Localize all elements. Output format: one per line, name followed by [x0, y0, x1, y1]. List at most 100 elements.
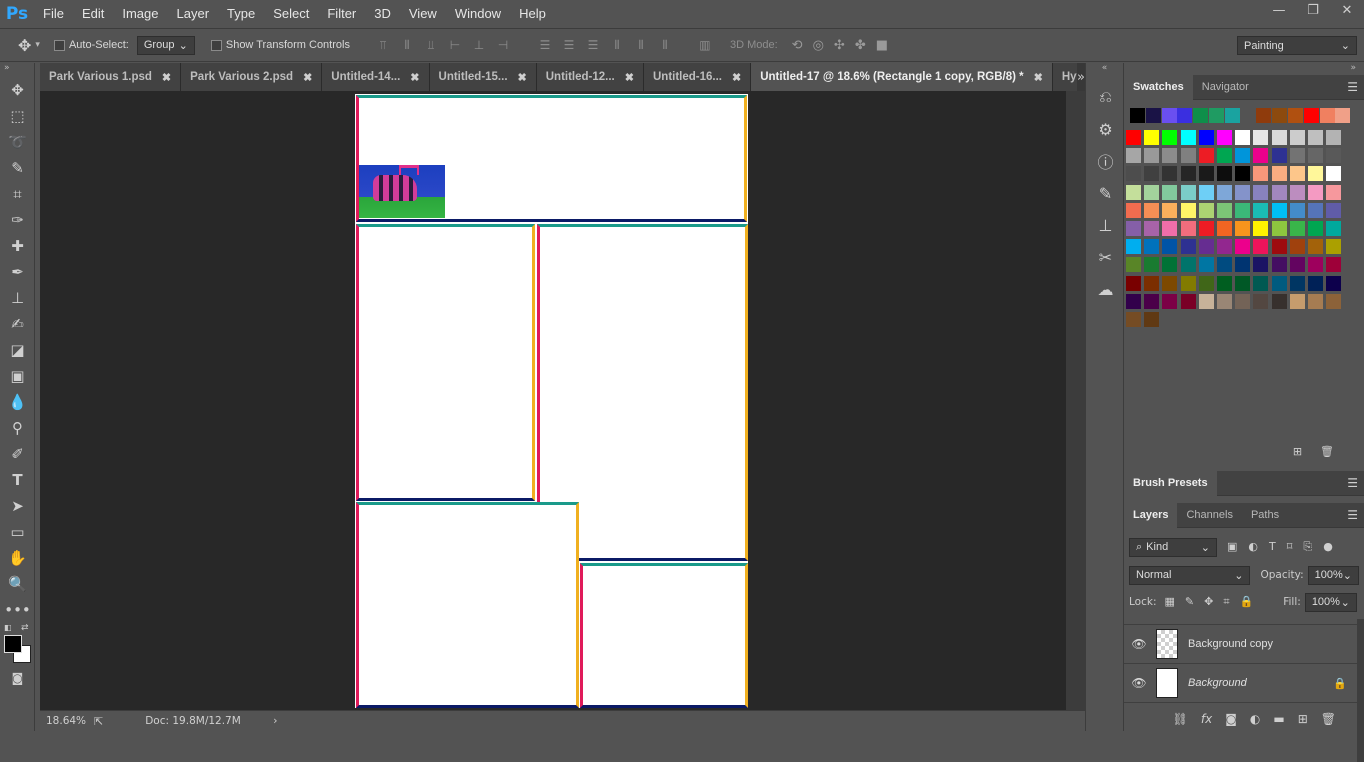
- tool-presets-icon[interactable]: ✂: [1086, 241, 1125, 273]
- color-swatch[interactable]: [1271, 239, 1287, 255]
- color-swatch[interactable]: [1326, 257, 1342, 273]
- lock-transparent-icon[interactable]: ▦: [1164, 595, 1174, 609]
- properties-icon[interactable]: ⚙: [1086, 113, 1125, 145]
- color-swatch[interactable]: [1289, 184, 1305, 200]
- info-icon[interactable]: ⓘ: [1086, 145, 1125, 177]
- color-swatch[interactable]: [1289, 275, 1305, 291]
- color-swatch[interactable]: [1126, 130, 1141, 145]
- color-swatch[interactable]: [1253, 184, 1269, 200]
- color-swatch[interactable]: [1144, 293, 1160, 309]
- color-swatch[interactable]: [1126, 257, 1141, 273]
- color-swatch[interactable]: [1162, 221, 1178, 236]
- color-swatch[interactable]: [1198, 257, 1214, 273]
- color-swatch[interactable]: [1289, 257, 1305, 273]
- color-swatch[interactable]: [1271, 221, 1287, 236]
- color-swatch[interactable]: [1198, 239, 1214, 255]
- color-swatch[interactable]: [1326, 202, 1342, 218]
- document-canvas[interactable]: [355, 94, 748, 708]
- pen-tool-icon[interactable]: ✐: [0, 441, 35, 467]
- color-swatch[interactable]: [1271, 257, 1287, 273]
- color-swatch[interactable]: [1308, 221, 1323, 236]
- color-swatch[interactable]: [1308, 239, 1323, 255]
- color-swatch[interactable]: [1308, 293, 1323, 309]
- color-swatch[interactable]: [1308, 184, 1323, 200]
- move-tool-preset-icon[interactable]: ✥: [18, 36, 31, 55]
- tab-document[interactable]: Park Various 2.psd ✖: [181, 63, 323, 91]
- color-swatch[interactable]: [1162, 148, 1178, 164]
- menu-layer[interactable]: Layer: [168, 0, 219, 28]
- tab-swatches[interactable]: Swatches: [1124, 74, 1193, 100]
- align-right-icon[interactable]: ⊣: [496, 38, 510, 52]
- color-swatch[interactable]: [1217, 130, 1232, 145]
- crop-tool-icon[interactable]: ⌗: [0, 181, 35, 207]
- color-swatch[interactable]: [1180, 184, 1196, 200]
- close-icon[interactable]: ✖: [162, 71, 171, 84]
- color-swatch[interactable]: [1161, 108, 1177, 123]
- menu-edit[interactable]: Edit: [73, 0, 113, 28]
- color-swatch[interactable]: [1326, 221, 1342, 236]
- 3d-camera-icon[interactable]: ■: [876, 38, 888, 53]
- color-swatch[interactable]: [1162, 166, 1178, 182]
- quick-mask-icon[interactable]: ◙: [0, 665, 35, 691]
- fx-icon[interactable]: fx: [1201, 712, 1212, 726]
- color-swatch[interactable]: [1126, 293, 1141, 309]
- color-swatch[interactable]: [1271, 148, 1287, 164]
- color-swatch[interactable]: [1130, 108, 1145, 123]
- color-swatch[interactable]: [1162, 202, 1178, 218]
- eyedropper-tool-icon[interactable]: ✑: [0, 207, 35, 233]
- gradient-tool-icon[interactable]: ▣: [0, 363, 35, 389]
- color-swatch[interactable]: [1326, 148, 1342, 164]
- color-swatch[interactable]: [1253, 257, 1269, 273]
- distribute-top-icon[interactable]: ☰: [538, 38, 552, 52]
- 3d-orbit-icon[interactable]: ⟲: [792, 38, 803, 53]
- color-swatch[interactable]: [1217, 148, 1232, 164]
- color-swatch[interactable]: [1180, 221, 1196, 236]
- color-swatch[interactable]: [1326, 184, 1342, 200]
- color-swatch[interactable]: [1235, 166, 1251, 182]
- close-icon[interactable]: ✖: [410, 71, 419, 84]
- color-swatch[interactable]: [1144, 221, 1160, 236]
- close-icon[interactable]: ✖: [1034, 71, 1043, 84]
- color-swatch[interactable]: [1177, 108, 1193, 123]
- color-swatch[interactable]: [1253, 166, 1269, 182]
- lock-position-icon[interactable]: ✥: [1204, 595, 1213, 609]
- color-swatch[interactable]: [1253, 148, 1269, 164]
- color-swatch[interactable]: [1144, 239, 1160, 255]
- filter-type-icon[interactable]: T: [1269, 540, 1276, 554]
- color-swatch[interactable]: [1253, 293, 1269, 309]
- color-swatch[interactable]: [1217, 202, 1232, 218]
- tab-document[interactable]: Park Various 1.psd ✖: [40, 63, 182, 91]
- vertical-scrollbar[interactable]: [1066, 91, 1085, 710]
- status-arrow-icon[interactable]: ›: [273, 715, 277, 727]
- color-swatch[interactable]: [1180, 202, 1196, 218]
- color-swatch[interactable]: [1162, 293, 1178, 309]
- comic-panel[interactable]: [356, 502, 579, 708]
- color-swatch[interactable]: [1126, 166, 1141, 182]
- 3d-pan-icon[interactable]: ✣: [834, 38, 845, 53]
- move-tool-icon[interactable]: ✥: [0, 77, 35, 103]
- lock-paint-icon[interactable]: ✎: [1185, 595, 1194, 609]
- path-select-tool-icon[interactable]: ➤: [0, 493, 35, 519]
- 3d-slide-icon[interactable]: ✤: [855, 38, 866, 53]
- color-swatch[interactable]: [1193, 108, 1209, 123]
- 3d-roll-icon[interactable]: ◎: [813, 38, 824, 53]
- foreground-color-swatch[interactable]: [4, 635, 22, 653]
- color-swatch[interactable]: [1271, 166, 1287, 182]
- lock-all-icon[interactable]: 🔒: [1240, 595, 1254, 609]
- filter-smart-object-icon[interactable]: ⎘: [1303, 540, 1312, 554]
- distribute-hcenter-icon[interactable]: ⦀: [634, 38, 648, 52]
- color-swatch[interactable]: [1253, 221, 1269, 236]
- trash-icon[interactable]: 🗑: [1320, 445, 1334, 465]
- brush-tool-icon[interactable]: ✒: [0, 259, 35, 285]
- color-swatch[interactable]: [1271, 184, 1287, 200]
- layer-name[interactable]: Background copy: [1188, 638, 1273, 650]
- quick-select-tool-icon[interactable]: ✎: [0, 155, 35, 181]
- marquee-tool-icon[interactable]: ⬚: [0, 103, 35, 129]
- new-layer-icon[interactable]: ⊞: [1298, 712, 1308, 726]
- lasso-tool-icon[interactable]: ➰: [0, 129, 35, 155]
- color-swatch[interactable]: [1319, 108, 1335, 123]
- menu-image[interactable]: Image: [113, 0, 167, 28]
- libraries-icon[interactable]: ☁: [1086, 273, 1125, 305]
- zoom-tool-icon[interactable]: 🔍: [0, 571, 35, 597]
- eraser-tool-icon[interactable]: ◪: [0, 337, 35, 363]
